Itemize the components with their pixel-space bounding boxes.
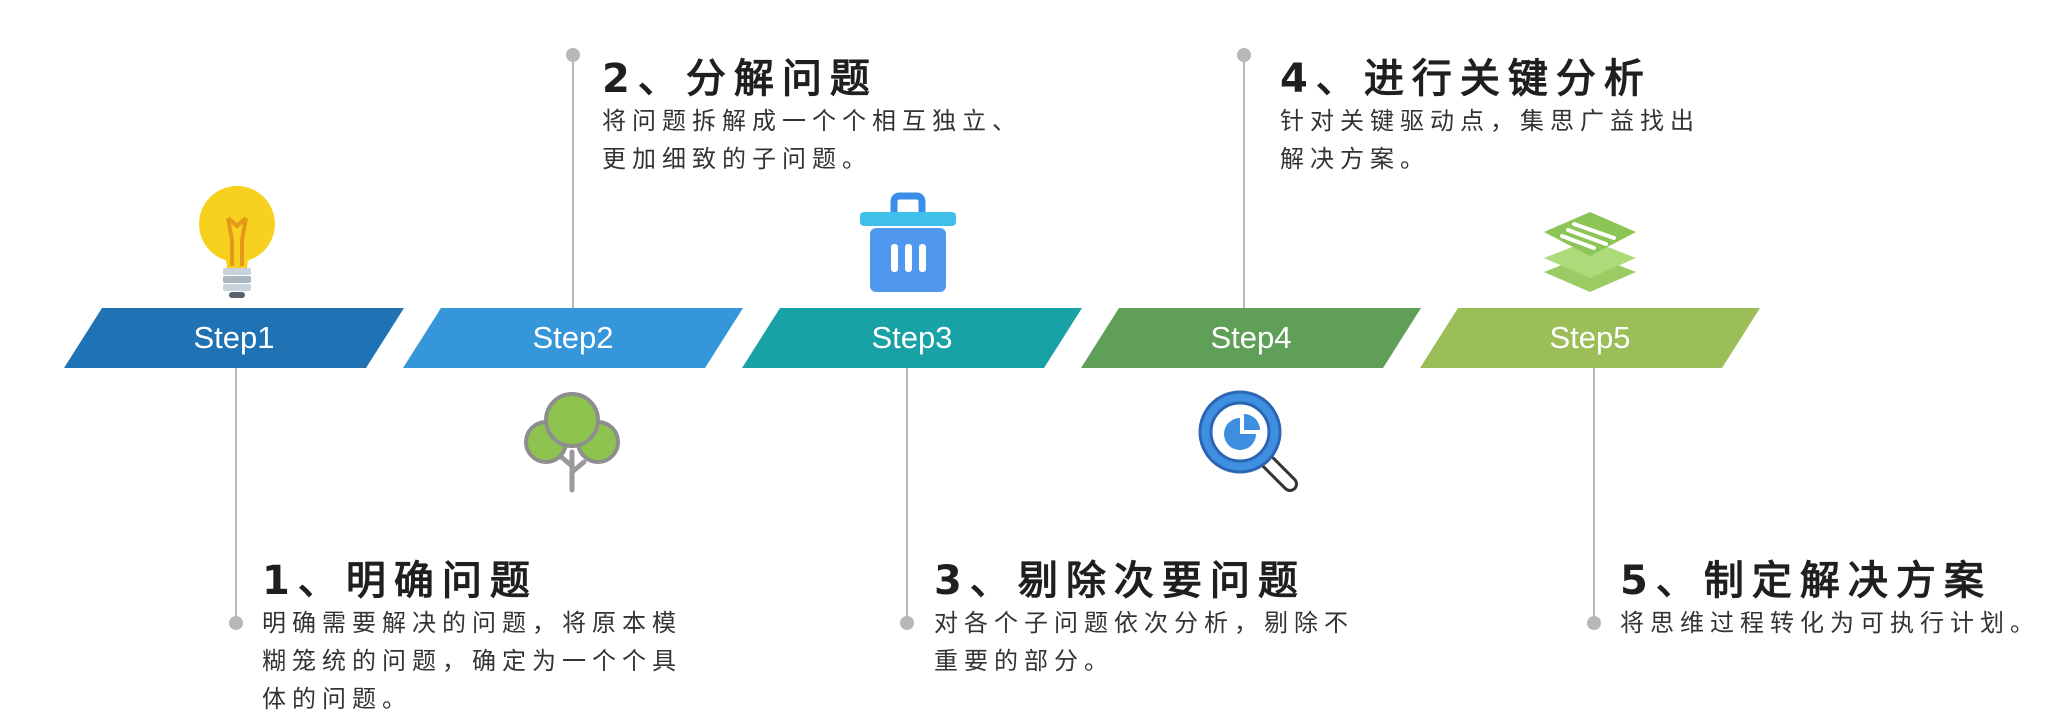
connector-line-step4 <box>1243 55 1245 308</box>
step4-title: 4、进行关键分析 <box>1280 56 1652 102</box>
step4-description: 针对关键驱动点，集思广益找出解决方案。 <box>1280 107 1700 173</box>
connector-line-step1 <box>235 368 237 623</box>
step-label-5: Step5 <box>1549 320 1631 355</box>
connector-dot-step4 <box>1237 48 1251 62</box>
step5-description: 将思维过程转化为可执行计划。 <box>1620 609 2040 637</box>
step3-description: 对各个子问题依次分析，剔除不重要的部分。 <box>934 609 1354 675</box>
step-band-1: Step1 <box>64 308 404 368</box>
trash-bin-icon <box>858 192 958 296</box>
step1-description: 明确需要解决的问题，将原本模糊笼统的问题，确定为一个个具体的问题。 <box>262 609 682 713</box>
document-stack-icon <box>1540 208 1640 304</box>
step-label-3: Step3 <box>871 320 953 355</box>
connector-dot-step3 <box>900 616 914 630</box>
step-band-3: Step3 <box>742 308 1082 368</box>
tree-icon <box>520 386 624 494</box>
connector-line-step3 <box>906 368 908 623</box>
connector-dot-step5 <box>1587 616 1601 630</box>
step-label-4: Step4 <box>1210 320 1292 355</box>
step2-title: 2、分解问题 <box>602 56 878 102</box>
step-band-2: Step2 <box>403 308 743 368</box>
step3-title: 3、剔除次要问题 <box>934 558 1306 604</box>
step-band-4: Step4 <box>1081 308 1421 368</box>
step2-description: 将问题拆解成一个个相互独立、更加细致的子问题。 <box>602 107 1022 173</box>
step-label-1: Step1 <box>193 320 275 355</box>
connector-dot-step2 <box>566 48 580 62</box>
magnifier-chart-icon <box>1196 388 1302 496</box>
lightbulb-icon <box>192 182 282 306</box>
step-band-5: Step5 <box>1420 308 1760 368</box>
connector-line-step2 <box>572 55 574 308</box>
step1-title: 1、明确问题 <box>262 558 538 604</box>
step5-title: 5、制定解决方案 <box>1620 558 1992 604</box>
step-label-2: Step2 <box>532 320 614 355</box>
connector-line-step5 <box>1593 368 1595 623</box>
connector-dot-step1 <box>229 616 243 630</box>
